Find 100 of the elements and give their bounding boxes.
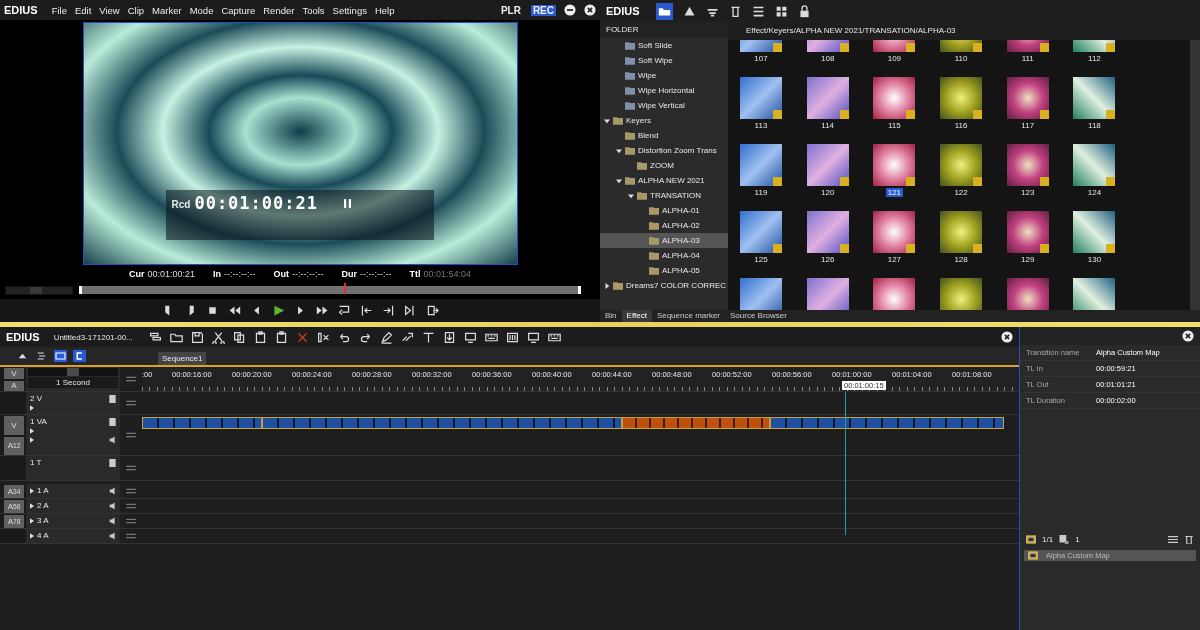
thumbnail-image[interactable] bbox=[1073, 144, 1116, 186]
pen-icon[interactable] bbox=[379, 330, 393, 344]
folder-icon[interactable] bbox=[655, 2, 673, 20]
folder-item[interactable]: Wipe bbox=[600, 68, 728, 83]
ripple-delete-icon[interactable] bbox=[316, 330, 330, 344]
thumbnail-image[interactable] bbox=[806, 144, 849, 186]
thumbnail-image[interactable] bbox=[873, 211, 916, 253]
thumbnail-image[interactable] bbox=[1073, 77, 1116, 119]
folder-item[interactable]: Wipe Vertical bbox=[600, 98, 728, 113]
video-monitor-icon[interactable] bbox=[109, 394, 116, 403]
rewind-icon[interactable] bbox=[227, 304, 241, 317]
minimize-icon[interactable] bbox=[564, 4, 576, 16]
paste-icon[interactable] bbox=[274, 330, 288, 344]
expand-arrow-icon[interactable] bbox=[616, 177, 622, 184]
scale-dropdown[interactable]: 1 Second bbox=[28, 377, 118, 388]
expand-arrow-icon[interactable] bbox=[30, 532, 34, 539]
thumbnail-image[interactable] bbox=[806, 211, 849, 253]
folder-item[interactable]: ALPHA-05 bbox=[600, 263, 728, 278]
mode-toggle[interactable]: PLR bbox=[498, 4, 523, 16]
speaker-icon[interactable] bbox=[109, 436, 116, 444]
thumbnail-image[interactable] bbox=[740, 211, 782, 253]
scrub-playhead[interactable] bbox=[343, 283, 346, 294]
jog-handle[interactable] bbox=[29, 286, 42, 294]
copy-icon[interactable] bbox=[232, 330, 246, 344]
menu-item[interactable]: View bbox=[99, 4, 120, 16]
thumbnail-image[interactable] bbox=[740, 77, 782, 119]
menu-item[interactable]: Render bbox=[263, 4, 295, 16]
menu-item[interactable]: Capture bbox=[221, 4, 256, 16]
folder-item[interactable]: Wipe Horizontal bbox=[600, 83, 728, 98]
menu-item[interactable]: Clip bbox=[127, 4, 145, 16]
up-arrow-icon[interactable] bbox=[682, 4, 696, 18]
folder-item[interactable]: ALPHA-01 bbox=[600, 203, 728, 218]
expand-arrow-icon[interactable] bbox=[628, 192, 634, 199]
zoom-slider[interactable] bbox=[28, 368, 118, 376]
scrub-track[interactable] bbox=[79, 286, 581, 294]
jump-icon[interactable] bbox=[403, 304, 417, 317]
thumbnail-image[interactable] bbox=[873, 144, 916, 186]
video-monitor-icon[interactable] bbox=[109, 417, 116, 426]
bin-tab[interactable]: Effect bbox=[621, 310, 652, 322]
folder-item[interactable]: Keyers bbox=[600, 113, 728, 128]
lock-icon[interactable] bbox=[797, 4, 811, 18]
delete-icon[interactable] bbox=[295, 330, 309, 344]
thumbnail-image[interactable] bbox=[940, 77, 983, 119]
mixer-icon[interactable] bbox=[505, 330, 519, 344]
thumbnail-image[interactable] bbox=[1006, 144, 1049, 186]
ripple-icon[interactable] bbox=[35, 350, 48, 362]
menu-item[interactable]: Tools bbox=[302, 4, 325, 16]
mark-in-icon[interactable] bbox=[359, 304, 373, 317]
bin-tab[interactable]: Bin bbox=[600, 310, 622, 322]
thumbnail-image[interactable] bbox=[1006, 77, 1049, 119]
clip-strip-drawing[interactable] bbox=[142, 417, 1004, 429]
thumbnail-image[interactable] bbox=[940, 144, 983, 186]
export-icon[interactable] bbox=[442, 330, 456, 344]
sequence-icon[interactable] bbox=[148, 330, 162, 344]
export-icon[interactable] bbox=[425, 304, 439, 317]
jog-slider[interactable] bbox=[5, 285, 73, 295]
folder-item[interactable]: Dreams7 COLOR CORREC bbox=[600, 278, 728, 293]
sequence-tab[interactable]: Sequence1 bbox=[158, 352, 207, 365]
text-icon[interactable] bbox=[421, 330, 435, 344]
paste-icon[interactable] bbox=[253, 330, 267, 344]
close-icon[interactable] bbox=[1182, 330, 1194, 342]
sync-mode-icon[interactable] bbox=[54, 350, 67, 362]
scissors-icon[interactable] bbox=[211, 330, 225, 344]
mark-out-icon[interactable] bbox=[381, 304, 395, 317]
menu-item[interactable]: Help bbox=[374, 4, 395, 16]
menu-item[interactable]: File bbox=[51, 4, 67, 16]
grid-view-icon[interactable] bbox=[774, 4, 788, 18]
folder-item[interactable]: Soft Wipe bbox=[600, 53, 728, 68]
thumbnail-image[interactable] bbox=[806, 278, 849, 310]
thumbnail-image[interactable] bbox=[740, 278, 782, 310]
bin-tab[interactable]: Sequence marker bbox=[651, 310, 726, 322]
menu-item[interactable]: Mode bbox=[189, 4, 214, 16]
list-icon[interactable] bbox=[1168, 535, 1178, 544]
expand-arrow-icon[interactable] bbox=[604, 282, 610, 289]
bin-tab[interactable]: Source Browser bbox=[725, 310, 792, 322]
folder-item[interactable]: ALPHA-04 bbox=[600, 248, 728, 263]
menu-item[interactable]: Marker bbox=[152, 4, 182, 16]
render-icon[interactable] bbox=[463, 330, 477, 344]
folder-item[interactable]: Soft Slide bbox=[600, 38, 728, 53]
patch-label[interactable]: V bbox=[4, 416, 24, 435]
close-icon[interactable] bbox=[1001, 331, 1013, 343]
thumbnail-image[interactable] bbox=[873, 278, 916, 310]
save-icon[interactable] bbox=[190, 330, 204, 344]
folder-item[interactable]: Distortion Zoom Trans bbox=[600, 143, 728, 158]
loop-icon[interactable] bbox=[337, 304, 351, 317]
expand-arrow-icon[interactable] bbox=[616, 147, 622, 154]
render-icon[interactable] bbox=[526, 330, 540, 344]
thumbnail-image[interactable] bbox=[1073, 211, 1116, 253]
folder-item[interactable]: ALPHA NEW 2021 bbox=[600, 173, 728, 188]
thumbnail-image[interactable] bbox=[806, 77, 849, 119]
folder-item[interactable]: ZOOM bbox=[600, 158, 728, 173]
play-icon[interactable] bbox=[271, 304, 285, 317]
video-monitor-icon[interactable] bbox=[109, 458, 116, 467]
zoom-handle[interactable] bbox=[67, 368, 79, 376]
thumbnail-image[interactable] bbox=[873, 77, 916, 119]
thumbnail-image[interactable] bbox=[740, 144, 782, 186]
expand-arrow-icon[interactable] bbox=[30, 487, 34, 494]
patch-label[interactable]: V bbox=[4, 368, 24, 379]
thumbnail-image[interactable] bbox=[940, 211, 983, 253]
folder-item[interactable]: ALPHA-02 bbox=[600, 218, 728, 233]
